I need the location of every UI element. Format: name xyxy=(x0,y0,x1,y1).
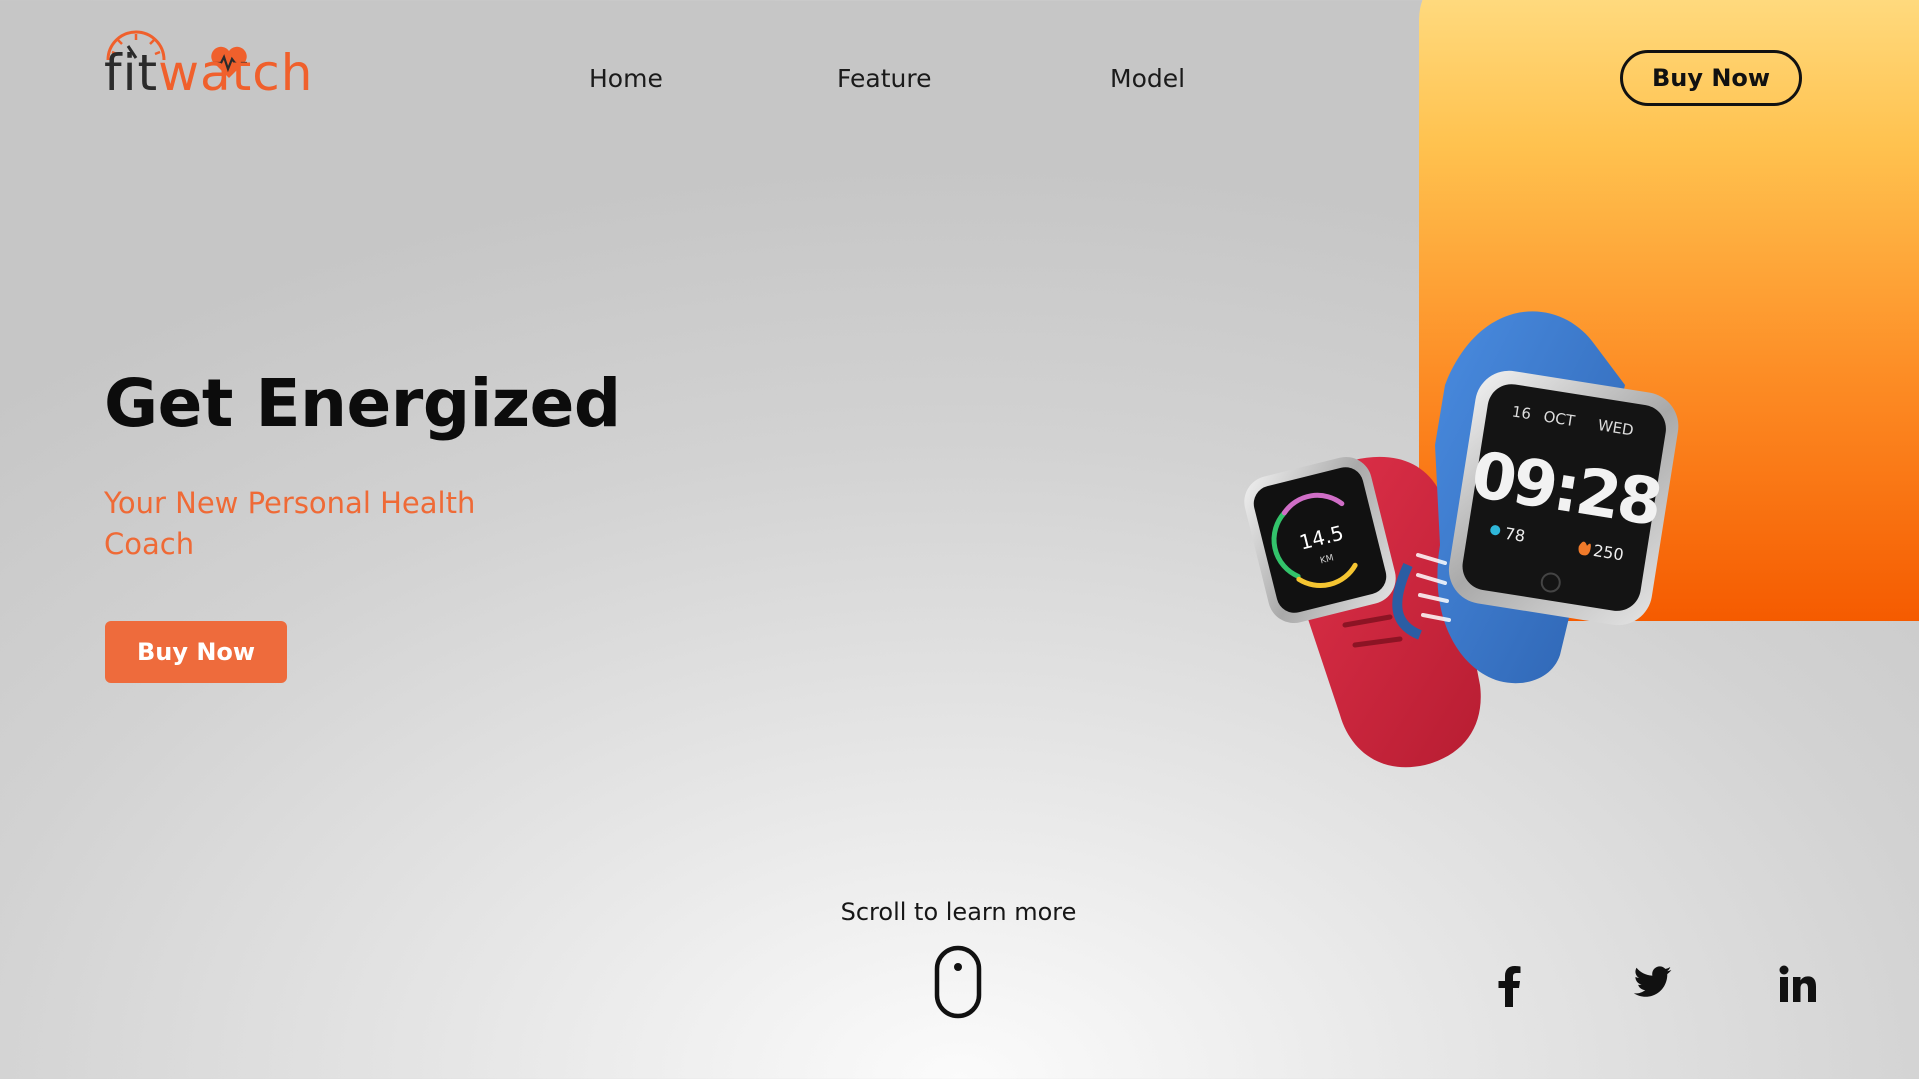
nav-model[interactable]: Model xyxy=(1110,64,1185,93)
big-watch-date: 16 xyxy=(1511,402,1533,423)
logo-text-watch: watch xyxy=(158,44,314,102)
nav-home[interactable]: Home xyxy=(589,64,663,93)
fitwatch-logo[interactable]: fitwatch xyxy=(104,28,364,102)
twitter-icon[interactable] xyxy=(1634,965,1672,999)
logo-text-fit: fit xyxy=(104,44,159,102)
hero-subtitle: Your New Personal Health Coach xyxy=(104,486,476,561)
header-buy-now-button[interactable]: Buy Now xyxy=(1620,50,1802,106)
mouse-icon[interactable] xyxy=(934,945,982,1019)
smartwatch-product-image: 14.5 KM 16 OCT WED 09:28 78 250 xyxy=(1244,311,1679,768)
logo-wordmark: fitwatch xyxy=(104,48,313,98)
scroll-hint-label: Scroll to learn more xyxy=(840,898,1077,926)
linkedin-icon[interactable] xyxy=(1779,965,1817,1003)
hero-buy-now-button[interactable]: Buy Now xyxy=(105,621,287,683)
facebook-icon[interactable] xyxy=(1497,965,1521,1007)
nav-feature[interactable]: Feature xyxy=(837,64,931,93)
scroll-hint-text: Scroll to learn more xyxy=(0,898,1919,926)
big-watch-steps: 78 xyxy=(1503,524,1526,546)
hero-title: Get Energized xyxy=(104,365,621,442)
